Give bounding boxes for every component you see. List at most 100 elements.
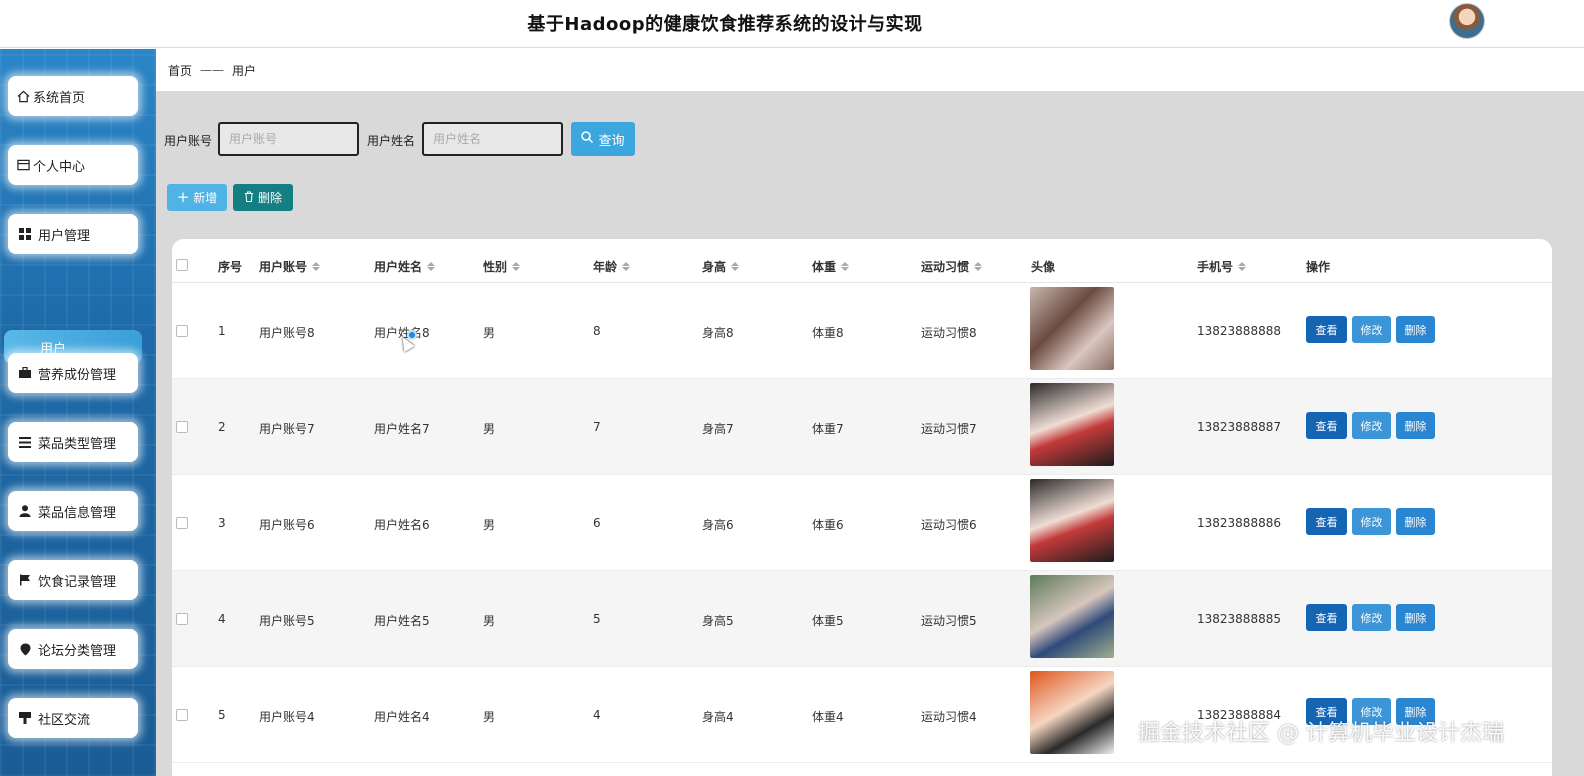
row-checkbox[interactable] xyxy=(176,517,188,529)
cell-name: 用户姓名5 xyxy=(374,614,430,628)
batch-delete-button[interactable]: 删除 xyxy=(233,184,293,211)
sidebar-item-label: 菜品类型管理 xyxy=(38,436,117,452)
sidebar-item-community[interactable]: 社区交流 xyxy=(8,698,138,738)
select-all-checkbox[interactable] xyxy=(176,259,188,271)
cell-height: 身高5 xyxy=(702,614,734,628)
breadcrumb: 首页 —— 用户 xyxy=(156,49,1584,91)
avatar-image[interactable] xyxy=(1030,575,1114,658)
edit-button[interactable]: 修改 xyxy=(1352,508,1391,535)
edit-button[interactable]: 修改 xyxy=(1352,316,1391,343)
cell-phone: 13823888885 xyxy=(1197,612,1281,626)
cell-index: 2 xyxy=(218,420,226,434)
sidebar-item-label: 论坛分类管理 xyxy=(38,643,117,659)
row-actions: 查看 修改 删除 xyxy=(1306,412,1435,439)
edit-button[interactable]: 修改 xyxy=(1352,412,1391,439)
search-icon xyxy=(581,131,594,147)
sidebar-item-forum-category-management[interactable]: 论坛分类管理 xyxy=(8,629,138,669)
row-checkbox[interactable] xyxy=(176,325,188,337)
sort-icon[interactable] xyxy=(622,262,631,271)
col-habit[interactable]: 运动习惯 xyxy=(921,258,983,275)
sidebar-item-diet-record-management[interactable]: 饮食记录管理 xyxy=(8,560,138,600)
col-index: 序号 xyxy=(218,260,243,274)
sidebar-item-nutrition-management[interactable]: 营养成份管理 xyxy=(8,353,138,393)
col-name[interactable]: 用户姓名 xyxy=(374,258,436,275)
sidebar-item-profile[interactable]: 个人中心 xyxy=(8,145,138,185)
breadcrumb-home[interactable]: 首页 xyxy=(168,62,192,79)
row-checkbox[interactable] xyxy=(176,613,188,625)
sidebar-item-dish-info-management[interactable]: 菜品信息管理 xyxy=(8,491,138,531)
cell-account: 用户账号5 xyxy=(259,614,315,628)
avatar-image[interactable] xyxy=(1030,383,1114,466)
plus-icon: + xyxy=(176,188,190,206)
user-icon xyxy=(18,504,32,518)
query-button[interactable]: 查询 xyxy=(571,122,635,156)
cell-index: 4 xyxy=(218,612,226,626)
sort-icon[interactable] xyxy=(731,262,740,271)
avatar-image[interactable] xyxy=(1030,671,1114,754)
cell-gender: 男 xyxy=(483,710,496,724)
sidebar-item-home[interactable]: 系统首页 xyxy=(8,76,138,116)
user-table: 序号 用户账号 用户姓名 性别 年龄 身高 体重 运动习惯 头像 手机号 操作 … xyxy=(172,239,1552,776)
briefcase-icon xyxy=(18,366,32,380)
card-icon xyxy=(16,158,30,172)
breadcrumb-separator: —— xyxy=(200,63,225,77)
col-gender[interactable]: 性别 xyxy=(483,258,521,275)
table-row: 3 用户账号6 用户姓名6 男 6 身高6 体重6 运动习惯6 13823888… xyxy=(172,475,1552,571)
sidebar-item-dish-type-management[interactable]: 菜品类型管理 xyxy=(8,422,138,462)
cell-account: 用户账号6 xyxy=(259,518,315,532)
col-phone[interactable]: 手机号 xyxy=(1197,258,1247,275)
flag-icon xyxy=(18,573,32,587)
view-button[interactable]: 查看 xyxy=(1306,412,1347,439)
name-label: 用户姓名 xyxy=(367,134,416,148)
table-row: 2 用户账号7 用户姓名7 男 7 身高7 体重7 运动习惯7 13823888… xyxy=(172,379,1552,475)
row-checkbox[interactable] xyxy=(176,421,188,433)
name-search-input[interactable]: 用户姓名 xyxy=(422,122,563,156)
sidebar-item-user-management[interactable]: 用户管理 xyxy=(8,214,138,254)
cell-index: 1 xyxy=(218,324,226,338)
sidebar-item-label: 系统首页 xyxy=(33,90,86,106)
account-search-input[interactable]: 用户账号 xyxy=(218,122,359,156)
cell-gender: 男 xyxy=(483,326,496,340)
col-age[interactable]: 年龄 xyxy=(593,258,631,275)
col-actions: 操作 xyxy=(1306,260,1331,274)
sort-icon[interactable] xyxy=(427,262,436,271)
row-checkbox[interactable] xyxy=(176,709,188,721)
cell-height: 身高7 xyxy=(702,422,734,436)
edit-button[interactable]: 修改 xyxy=(1352,604,1391,631)
avatar-image[interactable] xyxy=(1030,287,1114,370)
sidebar-item-label: 个人中心 xyxy=(33,159,86,175)
cell-habit: 运动习惯6 xyxy=(921,518,977,532)
view-button[interactable]: 查看 xyxy=(1306,508,1347,535)
avatar-image[interactable] xyxy=(1030,479,1114,562)
col-weight[interactable]: 体重 xyxy=(812,258,850,275)
row-actions: 查看 修改 删除 xyxy=(1306,604,1435,631)
cell-index: 3 xyxy=(218,516,226,530)
delete-button[interactable]: 删除 xyxy=(1396,316,1435,343)
col-avatar: 头像 xyxy=(1031,260,1056,274)
sort-icon[interactable] xyxy=(1238,262,1247,271)
row-actions: 查看 修改 删除 xyxy=(1306,316,1435,343)
sort-icon[interactable] xyxy=(841,262,850,271)
col-height[interactable]: 身高 xyxy=(702,258,740,275)
cell-weight: 体重6 xyxy=(812,518,844,532)
cell-gender: 男 xyxy=(483,518,496,532)
sort-icon[interactable] xyxy=(974,262,983,271)
add-label: 新增 xyxy=(193,191,218,205)
col-account[interactable]: 用户账号 xyxy=(259,258,321,275)
home-icon xyxy=(16,89,30,103)
cell-index: 5 xyxy=(218,708,226,722)
sort-icon[interactable] xyxy=(512,262,521,271)
view-button[interactable]: 查看 xyxy=(1306,604,1347,631)
delete-button[interactable]: 删除 xyxy=(1396,508,1435,535)
view-button[interactable]: 查看 xyxy=(1306,316,1347,343)
sort-icon[interactable] xyxy=(312,262,321,271)
sidebar: 系统首页 个人中心 用户管理 用户 营养成份管理 菜品类型管理 菜品信息管理 饮… xyxy=(0,49,156,776)
delete-button[interactable]: 删除 xyxy=(1396,412,1435,439)
avatar[interactable] xyxy=(1449,3,1485,39)
cell-gender: 男 xyxy=(483,422,496,436)
add-button[interactable]: + 新增 xyxy=(167,184,227,211)
sidebar-item-label: 菜品信息管理 xyxy=(38,505,117,521)
delete-button[interactable]: 删除 xyxy=(1396,604,1435,631)
cell-habit: 运动习惯8 xyxy=(921,326,977,340)
watermark-text: 掘金技术社区 @ 计算机毕业设计杰瑞 xyxy=(1138,721,1504,746)
